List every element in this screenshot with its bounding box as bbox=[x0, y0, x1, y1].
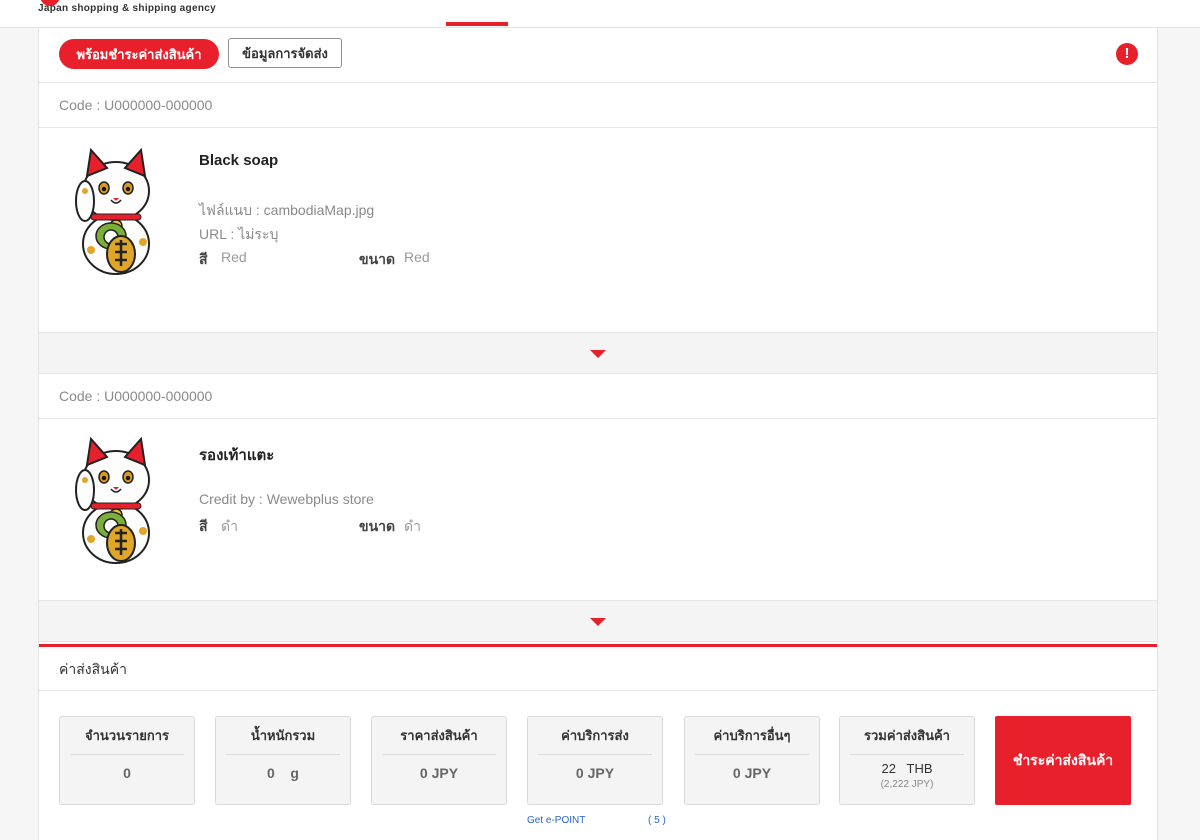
item-divider bbox=[39, 332, 1157, 374]
card-value: 0 JPY bbox=[732, 765, 772, 781]
item-code: Code : U000000-000000 bbox=[39, 374, 1157, 419]
main-panel: พร้อมชำระค่าส่งสินค้า ข้อมูลการจัดส่ง ! … bbox=[38, 28, 1158, 840]
color-value: Red bbox=[221, 249, 247, 265]
card-label: ราคาส่งสินค้า bbox=[382, 717, 496, 755]
top-header: Japan shopping & shipping agency bbox=[0, 0, 1200, 28]
epoint-label[interactable]: Get e-POINT bbox=[527, 815, 585, 826]
item-title: รองเท้าแตะ bbox=[199, 447, 275, 464]
item-divider bbox=[39, 600, 1157, 642]
lucky-cat-image bbox=[75, 436, 150, 564]
card-label: ค่าบริการอื่นๆ bbox=[695, 717, 809, 755]
summary-card-total-weight: น้ำหนักรวม 0 g bbox=[215, 716, 351, 805]
lucky-cat-image bbox=[75, 147, 150, 275]
size-label: ขนาด bbox=[359, 251, 396, 267]
panel-toolbar: พร้อมชำระค่าส่งสินค้า ข้อมูลการจัดส่ง ! bbox=[39, 28, 1157, 83]
size-value: Red bbox=[404, 249, 430, 265]
epoint-value: ( 5 ) bbox=[648, 815, 666, 826]
item-attachment: ไฟล์แนบ : cambodiaMap.jpg bbox=[199, 202, 375, 218]
summary-card-item-count: จำนวนรายการ 0 bbox=[59, 716, 195, 805]
list-item: Black soap ไฟล์แนบ : cambodiaMap.jpg URL… bbox=[39, 128, 1157, 332]
alert-icon[interactable]: ! bbox=[1116, 43, 1138, 65]
card-value: 0 JPY bbox=[575, 765, 615, 781]
list-item: รองเท้าแตะ Credit by : Wewebplus store ส… bbox=[39, 419, 1157, 600]
card-label: น้ำหนักรวม bbox=[226, 717, 340, 755]
item-credit: Credit by : Wewebplus store bbox=[199, 491, 374, 507]
card-value: 0 bbox=[123, 765, 131, 781]
card-label: จำนวนรายการ bbox=[70, 717, 184, 755]
active-tab-indicator bbox=[446, 22, 508, 26]
size-value: ดำ bbox=[404, 518, 421, 534]
pay-shipping-button[interactable]: ชำระค่าส่งสินค้า bbox=[995, 716, 1131, 805]
item-title: Black soap bbox=[199, 152, 279, 169]
ready-to-pay-button[interactable]: พร้อมชำระค่าส่งสินค้า bbox=[59, 39, 219, 69]
summary-card-shipping-price: ราคาส่งสินค้า 0 JPY bbox=[371, 716, 507, 805]
card-value: 22 THB bbox=[881, 761, 933, 776]
card-value: 0 g bbox=[267, 765, 299, 781]
chevron-down-icon[interactable] bbox=[590, 618, 606, 626]
card-subvalue: (2,222 JPY) bbox=[880, 779, 934, 790]
color-label: สี bbox=[199, 518, 208, 534]
card-label: ค่าบริการส่ง bbox=[538, 717, 652, 755]
summary-title: ค่าส่งสินค้า bbox=[39, 644, 1157, 691]
shipping-info-button[interactable]: ข้อมูลการจัดส่ง bbox=[228, 38, 342, 68]
item-code: Code : U000000-000000 bbox=[39, 83, 1157, 128]
color-label: สี bbox=[199, 251, 208, 267]
summary-card-total: รวมค่าส่งสินค้า 22 THB (2,222 JPY) bbox=[839, 716, 975, 805]
card-label: รวมค่าส่งสินค้า bbox=[850, 717, 964, 755]
color-value: ดำ bbox=[221, 518, 238, 534]
card-value: 0 JPY bbox=[419, 765, 459, 781]
chevron-down-icon[interactable] bbox=[590, 350, 606, 358]
summary-card-other-fee: ค่าบริการอื่นๆ 0 JPY bbox=[684, 716, 820, 805]
size-label: ขนาด bbox=[359, 518, 396, 534]
item-url: URL : ไม่ระบุ bbox=[199, 226, 279, 242]
summary-card-service-fee: ค่าบริการส่ง 0 JPY bbox=[527, 716, 663, 805]
site-tagline: Japan shopping & shipping agency bbox=[38, 3, 216, 14]
